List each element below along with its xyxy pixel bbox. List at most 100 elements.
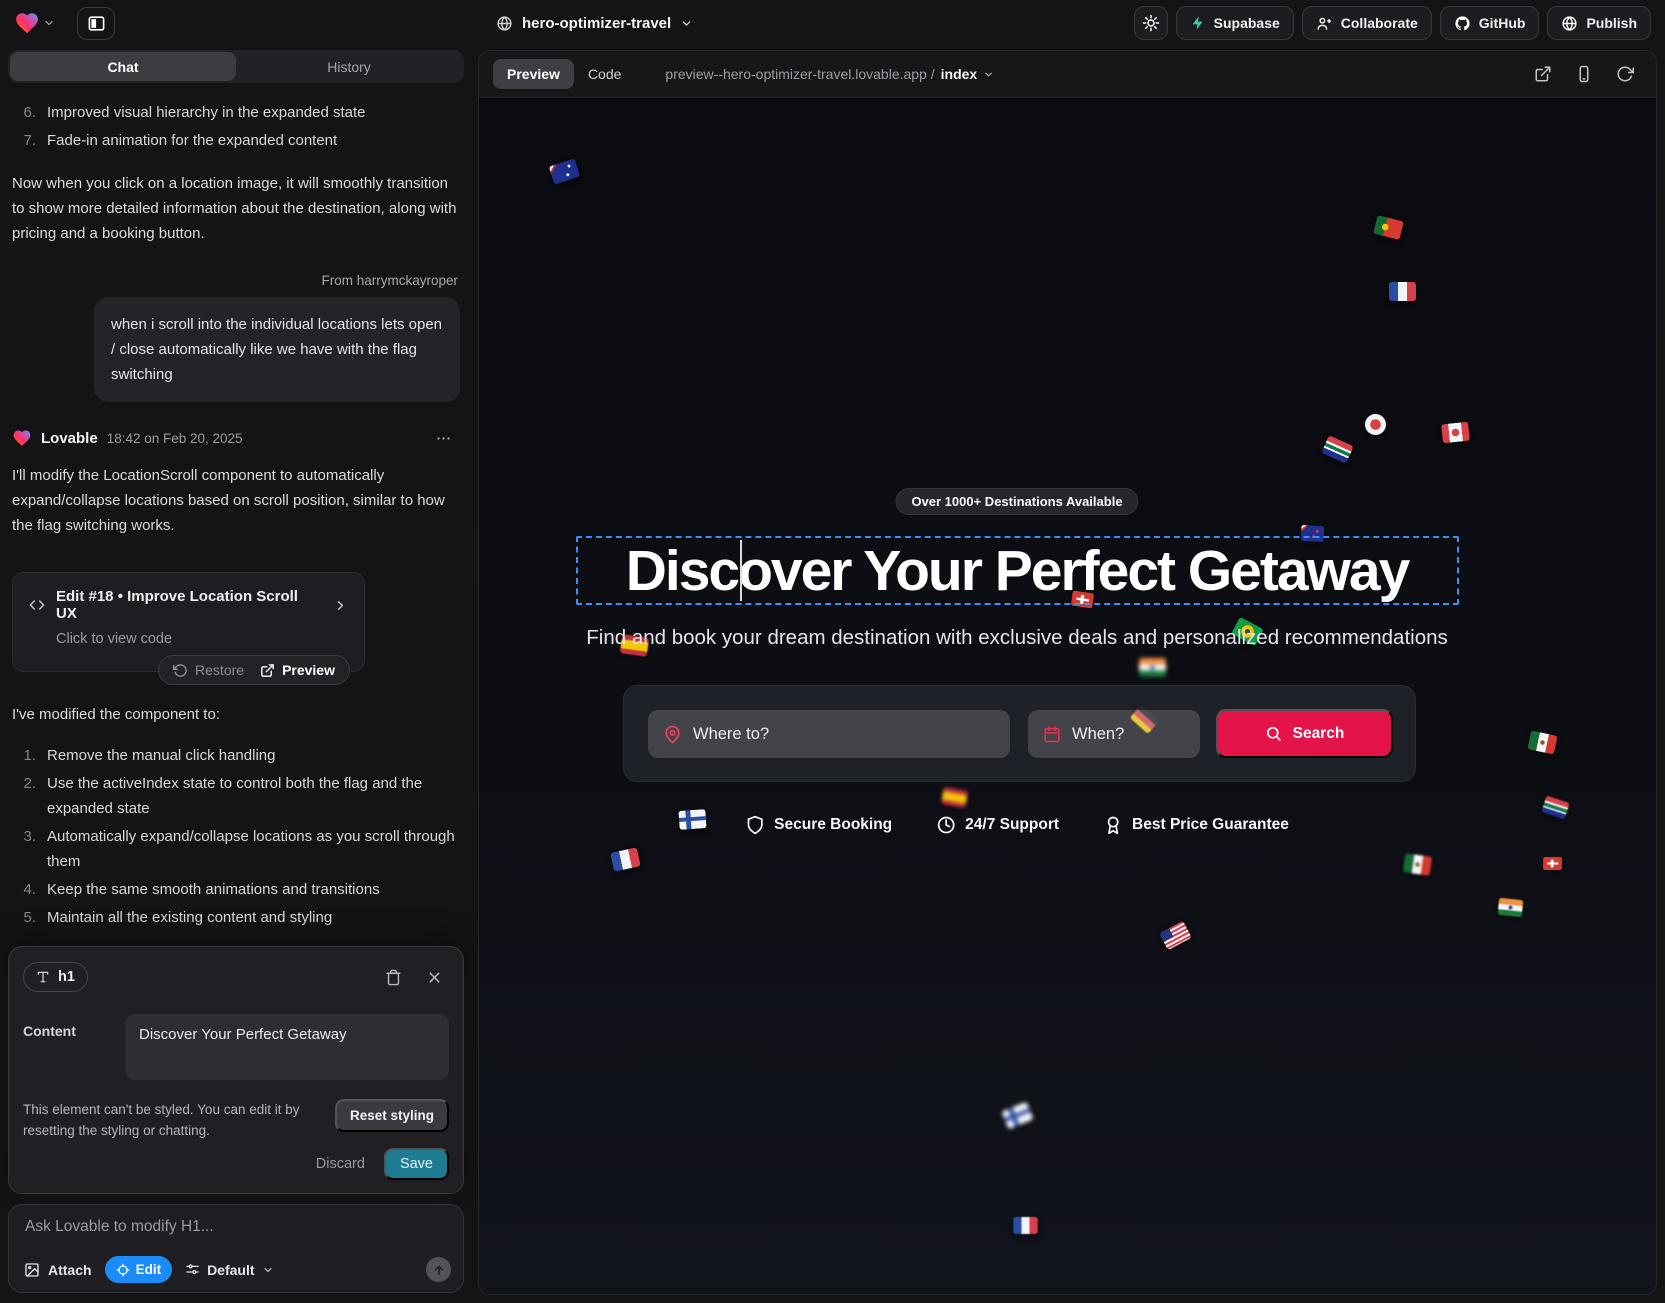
panel-left-icon [87, 14, 106, 33]
project-switcher[interactable]: hero-optimizer-travel [496, 0, 693, 46]
edit-version-card[interactable]: Edit #18 • Improve Location Scroll UX Cl… [12, 572, 365, 672]
toggle-sidebar-button[interactable] [77, 7, 115, 40]
supabase-label: Supabase [1214, 15, 1280, 31]
crosshair-icon [116, 1263, 130, 1277]
list-item: 3.Automatically expand/collapse location… [14, 824, 460, 874]
reset-styling-button[interactable]: Reset styling [335, 1099, 449, 1132]
refresh-icon[interactable] [1616, 65, 1634, 83]
publish-label: Publish [1586, 15, 1637, 31]
feature-clock: 24/7 Support [936, 815, 1059, 835]
hero-subtitle: Find and book your dream destination wit… [586, 626, 1448, 650]
preview-url[interactable]: preview--hero-optimizer-travel.lovable.a… [665, 66, 994, 82]
image-icon [24, 1262, 40, 1278]
preview-toolbar: Preview Code preview--hero-optimizer-tra… [479, 51, 1656, 98]
close-icon[interactable] [426, 969, 443, 986]
project-name: hero-optimizer-travel [522, 15, 671, 32]
content-textarea[interactable]: Discover Your Perfect Getaway [125, 1014, 449, 1080]
flag-us-icon [1159, 921, 1192, 950]
edit-mode-button[interactable]: Edit [105, 1256, 173, 1283]
where-placeholder: Where to? [693, 725, 769, 744]
people-icon [1316, 15, 1333, 32]
mode-select[interactable]: Default [185, 1262, 273, 1278]
lovable-heart-icon [12, 428, 32, 448]
chat-scroll-area[interactable]: 6.Improved visual hierarchy in the expan… [8, 83, 464, 938]
external-link-icon [260, 663, 275, 678]
preview-canvas[interactable]: Over 1000+ Destinations Available Discov… [479, 98, 1656, 1294]
type-icon [36, 970, 50, 984]
flag-fr-icon [1013, 1217, 1037, 1234]
globe-icon [1561, 15, 1578, 32]
open-in-new-tab-icon[interactable] [1534, 65, 1552, 83]
feature-shield: Secure Booking [745, 815, 892, 835]
restore-preview-pill: Restore Preview [158, 655, 350, 685]
preview-label: Preview [282, 662, 335, 678]
preview-pane: Preview Code preview--hero-optimizer-tra… [478, 50, 1657, 1295]
assistant-timestamp: 18:42 on Feb 20, 2025 [107, 431, 243, 446]
url-page: index [941, 66, 978, 82]
hero-features: Secure Booking 24/7 Support Best Price Gua… [745, 815, 1289, 835]
feature-award: Best Price Guarantee [1103, 815, 1289, 835]
assistant-list-top: 6.Improved visual hierarchy in the expan… [12, 100, 460, 153]
flag-ca-icon [1441, 422, 1470, 444]
composer-input[interactable]: Ask Lovable to modify H1... [25, 1218, 447, 1236]
collaborate-label: Collaborate [1341, 15, 1418, 31]
supabase-button[interactable]: Supabase [1176, 6, 1294, 40]
search-label: Search [1293, 725, 1345, 743]
assistant-paragraph: I'll modify the LocationScroll component… [12, 463, 460, 538]
trash-icon[interactable] [385, 969, 402, 986]
element-tag-label: h1 [58, 969, 75, 985]
publish-button[interactable]: Publish [1547, 6, 1651, 40]
supabase-bolt-icon [1190, 15, 1206, 31]
list-item: 4.Keep the same smooth animations and tr… [14, 877, 460, 902]
assistant-paragraph: Now when you click on a location image, … [12, 171, 460, 246]
clock-icon [936, 815, 956, 835]
tab-chat[interactable]: Chat [10, 52, 236, 81]
tab-code[interactable]: Code [574, 59, 635, 89]
url-host: preview--hero-optimizer-travel.lovable.a… [665, 66, 934, 82]
list-item: 1.Remove the manual click handling [14, 743, 460, 768]
save-button[interactable]: Save [384, 1148, 449, 1180]
chevron-down-icon [43, 17, 55, 29]
flag-mx-icon [1527, 730, 1557, 754]
lovable-logo-menu[interactable] [14, 10, 55, 36]
chevron-down-icon [262, 1264, 274, 1276]
flag-fr-icon [1389, 282, 1416, 301]
flag-za-icon [1321, 435, 1353, 463]
award-icon [1103, 815, 1123, 835]
tab-preview[interactable]: Preview [493, 59, 574, 89]
assistant-list-bottom: 1.Remove the manual click handling2.Use … [12, 743, 460, 930]
mobile-view-icon[interactable] [1575, 65, 1593, 83]
assistant-name: Lovable [41, 430, 98, 447]
hero-title[interactable]: Discover Your Perfect Getaway [626, 539, 1409, 603]
element-editor-panel: h1 Content Discover Your Perfect Getaway… [8, 946, 464, 1194]
search-button[interactable]: Search [1216, 709, 1393, 758]
flag-jp-icon [1363, 412, 1388, 437]
tab-history[interactable]: History [236, 52, 462, 81]
rotate-ccw-icon [173, 663, 188, 678]
where-to-input[interactable]: Where to? [648, 710, 1010, 758]
element-tag-pill[interactable]: h1 [23, 962, 88, 992]
send-button[interactable] [426, 1257, 451, 1282]
lovable-heart-icon [14, 10, 40, 36]
github-icon [1454, 15, 1471, 32]
github-button[interactable]: GitHub [1440, 6, 1540, 40]
user-message-bubble: when i scroll into the individual locati… [94, 297, 460, 402]
restore-button[interactable]: Restore [173, 662, 244, 678]
message-menu-button[interactable] [435, 430, 452, 447]
destinations-badge: Over 1000+ Destinations Available [895, 488, 1138, 515]
flag-za-icon [1541, 796, 1569, 820]
flag-in-icon [1498, 898, 1524, 918]
edit-card-subtitle: Click to view code [56, 631, 348, 647]
settings-button[interactable] [1134, 6, 1168, 40]
feature-label: 24/7 Support [965, 816, 1059, 834]
list-item: 6.Improved visual hierarchy in the expan… [14, 100, 460, 125]
preview-button[interactable]: Preview [260, 662, 335, 678]
assistant-message-header: Lovable 18:42 on Feb 20, 2025 [12, 428, 460, 448]
collaborate-button[interactable]: Collaborate [1302, 6, 1432, 40]
discard-button[interactable]: Discard [316, 1156, 365, 1172]
flag-fi-icon [678, 809, 706, 830]
attach-button[interactable]: Attach [24, 1262, 92, 1278]
topbar: hero-optimizer-travel Supabase Collabora… [0, 0, 1665, 46]
list-item: 5.Maintain all the existing content and … [14, 905, 460, 930]
when-input[interactable]: When? [1028, 710, 1200, 758]
